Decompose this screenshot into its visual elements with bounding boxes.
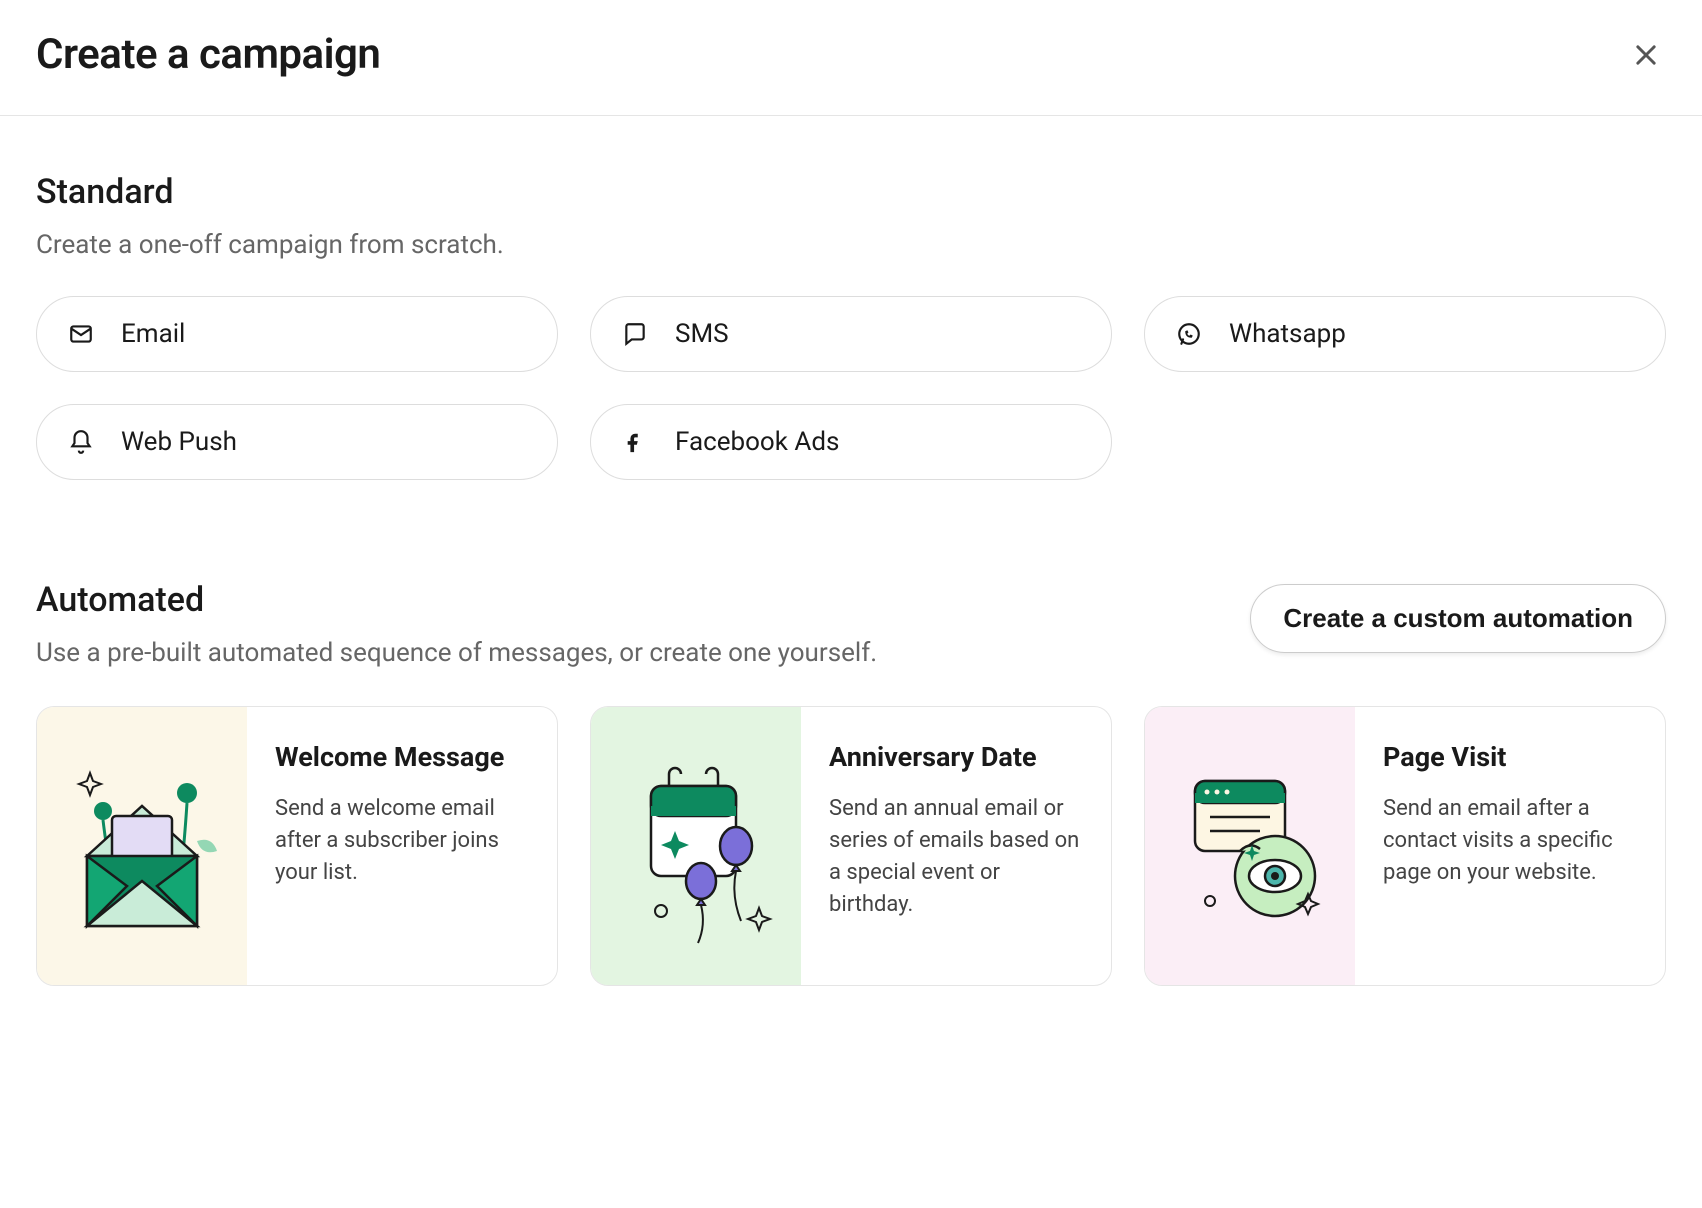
facebook-label: Facebook Ads (675, 427, 839, 457)
email-icon (67, 320, 95, 348)
facebook-option[interactable]: Facebook Ads (590, 404, 1112, 480)
anniversary-title: Anniversary Date (829, 739, 1083, 775)
automated-subtitle: Use a pre-built automated sequence of me… (36, 638, 1250, 668)
whatsapp-icon (1175, 320, 1203, 348)
email-label: Email (121, 319, 185, 349)
anniversary-desc: Send an annual email or series of emails… (829, 793, 1083, 921)
standard-section-header: Standard Create a one-off campaign from … (36, 172, 1666, 260)
modal-content: Standard Create a one-off campaign from … (0, 116, 1702, 1022)
automated-templates: Welcome Message Send a welcome email aft… (36, 706, 1666, 986)
modal-title: Create a campaign (36, 30, 380, 79)
pagevisit-illustration (1145, 707, 1355, 985)
welcome-desc: Send a welcome email after a subscriber … (275, 793, 529, 889)
automated-section-header: Automated Use a pre-built automated sequ… (36, 580, 1666, 668)
whatsapp-label: Whatsapp (1229, 319, 1346, 349)
anniversary-illustration (591, 707, 801, 985)
standard-options: Email SMS Whatsapp (36, 296, 1666, 480)
welcome-message-template[interactable]: Welcome Message Send a welcome email aft… (36, 706, 558, 986)
automated-title: Automated (36, 580, 1250, 620)
pagevisit-desc: Send an email after a contact visits a s… (1383, 793, 1637, 889)
bell-icon (67, 428, 95, 456)
close-button[interactable] (1626, 35, 1666, 75)
whatsapp-option[interactable]: Whatsapp (1144, 296, 1666, 372)
welcome-illustration (37, 707, 247, 985)
standard-subtitle: Create a one-off campaign from scratch. (36, 230, 1666, 260)
webpush-label: Web Push (121, 427, 237, 457)
anniversary-date-template[interactable]: Anniversary Date Send an annual email or… (590, 706, 1112, 986)
welcome-title: Welcome Message (275, 739, 529, 775)
sms-icon (621, 320, 649, 348)
standard-title: Standard (36, 172, 1666, 212)
close-icon (1632, 41, 1660, 69)
email-option[interactable]: Email (36, 296, 558, 372)
modal-header: Create a campaign (0, 0, 1702, 116)
sms-option[interactable]: SMS (590, 296, 1112, 372)
facebook-icon (621, 428, 649, 456)
page-visit-template[interactable]: Page Visit Send an email after a contact… (1144, 706, 1666, 986)
pagevisit-title: Page Visit (1383, 739, 1637, 775)
webpush-option[interactable]: Web Push (36, 404, 558, 480)
create-custom-automation-button[interactable]: Create a custom automation (1250, 584, 1666, 653)
sms-label: SMS (675, 319, 729, 349)
